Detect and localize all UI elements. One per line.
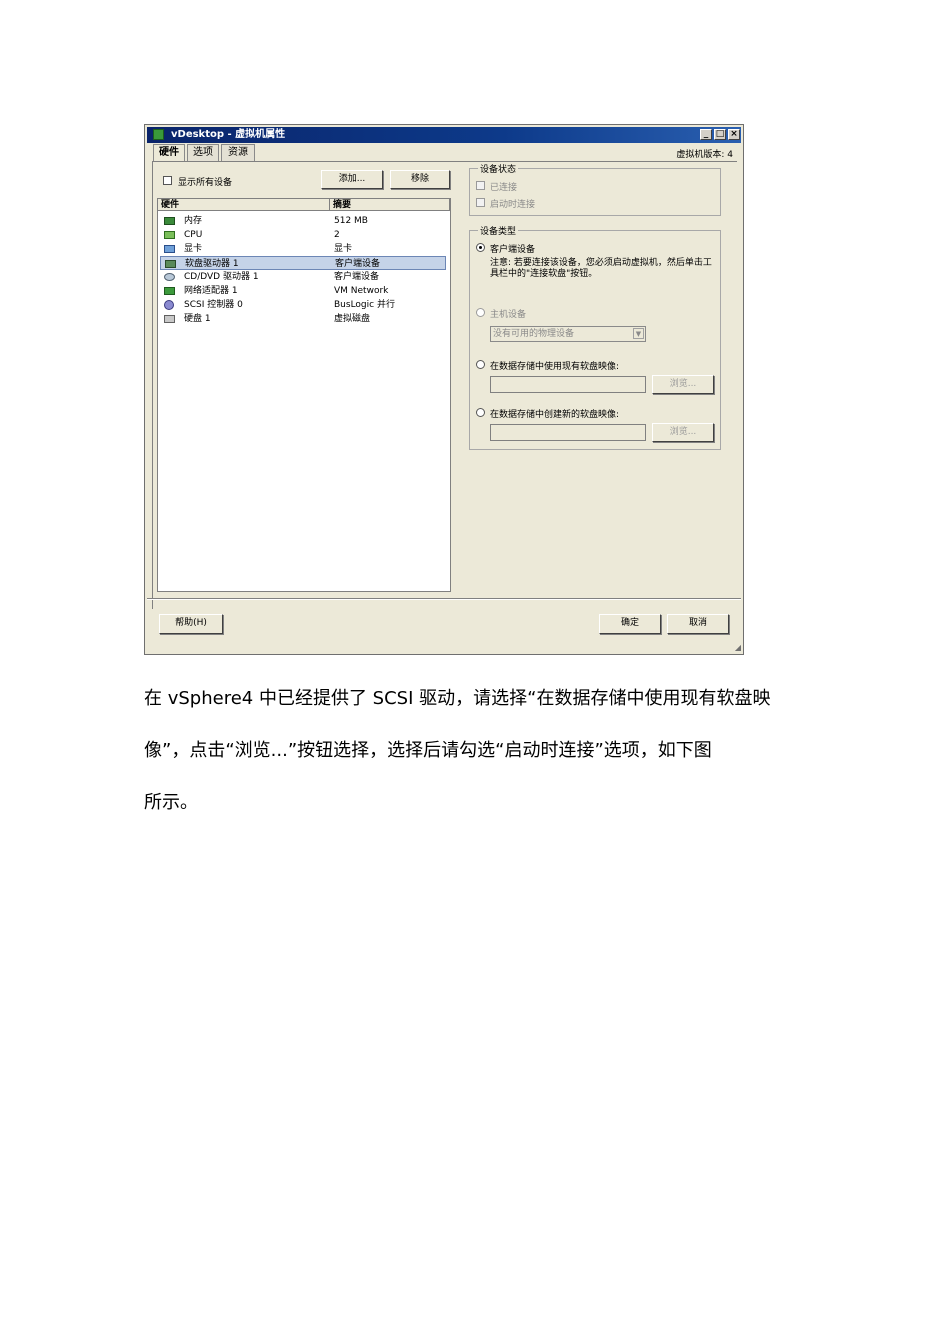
title-bar[interactable]: vDesktop - 虚拟机属性 _ □ × [147,127,741,143]
tab-panel-border [152,161,737,162]
host-device-select[interactable]: 没有可用的物理设备 ▼ [490,326,646,342]
instruction-line-3: 所示。 [144,792,198,813]
remove-button[interactable]: 移除 [390,170,450,189]
scsi-icon [164,300,174,310]
instruction-line-2: 像”，点击“浏览...”按钮选择，选择后请勾选“启动时连接”选项，如下图 [144,740,712,761]
cancel-button[interactable]: 取消 [667,614,729,634]
cdrom-icon [164,273,175,281]
device-status-group: 设备状态 已连接 启动时连接 [469,162,721,216]
device-row-disk[interactable]: 硬盘 1 虚拟磁盘 [160,312,446,326]
show-all-devices-checkbox[interactable] [163,176,172,185]
browse-existing-image-button[interactable]: 浏览... [652,375,714,394]
device-row-display[interactable]: 显卡 显卡 [160,242,446,256]
connect-at-power-on-label: 启动时连接 [490,200,536,210]
close-icon[interactable]: × [728,129,740,140]
tab-hardware[interactable]: 硬件 [153,144,185,162]
device-status-title: 设备状态 [478,162,519,175]
device-row-network[interactable]: 网络适配器 1 VM Network [160,284,446,298]
tab-panel-left-border [152,161,153,609]
chevron-down-icon[interactable]: ▼ [633,328,644,339]
floppy-icon [165,260,176,268]
device-row-floppy[interactable]: 软盘驱动器 1 客户端设备 [160,256,446,270]
client-device-radio[interactable] [476,243,485,252]
network-icon [164,287,175,295]
connected-label: 已连接 [490,183,518,193]
footer-divider-highlight [147,599,741,600]
summary-column-header[interactable]: 摘要 [330,199,450,211]
use-existing-image-radio[interactable] [476,360,485,369]
browse-new-image-button[interactable]: 浏览... [652,423,714,442]
display-icon [164,245,175,253]
cpu-icon [164,231,175,239]
disk-icon [164,315,175,323]
tab-resources[interactable]: 资源 [221,144,255,161]
hardware-column-header[interactable]: 硬件 [158,199,330,211]
show-all-devices-label: 显示所有设备 [178,178,233,188]
tab-options[interactable]: 选项 [187,144,219,161]
device-type-title: 设备类型 [478,224,519,237]
maximize-icon[interactable]: □ [714,129,726,140]
device-row-cpu[interactable]: CPU 2 [160,228,446,242]
add-button[interactable]: 添加... [321,170,383,189]
connected-checkbox[interactable] [476,181,485,190]
client-device-note: 注意: 若要连接该设备，您必须启动虚拟机，然后单击工具栏中的"连接软盘"按钮。 [490,258,712,279]
host-device-radio[interactable] [476,308,485,317]
connect-at-power-on-checkbox[interactable] [476,198,485,207]
client-device-label: 客户端设备 [490,245,536,255]
device-type-group: 设备类型 客户端设备 注意: 若要连接该设备，您必须启动虚拟机，然后单击工具栏中… [469,224,721,450]
device-row-memory[interactable]: 内存 512 MB [160,214,446,228]
existing-image-path-field[interactable] [490,376,646,393]
window-title: vDesktop - 虚拟机属性 [171,129,286,140]
minimize-icon[interactable]: _ [700,129,712,140]
new-image-path-field[interactable] [490,424,646,441]
help-button[interactable]: 帮助(H) [159,614,223,634]
ok-button[interactable]: 确定 [599,614,661,634]
hardware-list: 硬件 摘要 内存 512 MB CPU 2 显卡 显卡 软盘驱动器 1 客户端设… [157,198,451,592]
host-device-label: 主机设备 [490,310,527,320]
vm-icon [153,129,164,140]
instruction-line-1: 在 vSphere4 中已经提供了 SCSI 驱动，请选择“在数据存储中使用现有… [144,688,771,709]
use-existing-image-label: 在数据存储中使用现有软盘映像: [490,362,620,372]
host-device-select-value: 没有可用的物理设备 [493,329,575,339]
resize-grip-icon[interactable]: ◢ [735,643,741,652]
device-row-cdrom[interactable]: CD/DVD 驱动器 1 客户端设备 [160,270,446,284]
device-row-scsi[interactable]: SCSI 控制器 0 BusLogic 并行 [160,298,446,312]
vm-properties-window: vDesktop - 虚拟机属性 _ □ × 硬件 选项 资源 虚拟机版本: 4… [144,124,744,655]
create-new-image-label: 在数据存储中创建新的软盘映像: [490,410,620,420]
vm-version-label: 虚拟机版本: 4 [676,150,733,160]
memory-icon [164,217,175,225]
create-new-image-radio[interactable] [476,408,485,417]
